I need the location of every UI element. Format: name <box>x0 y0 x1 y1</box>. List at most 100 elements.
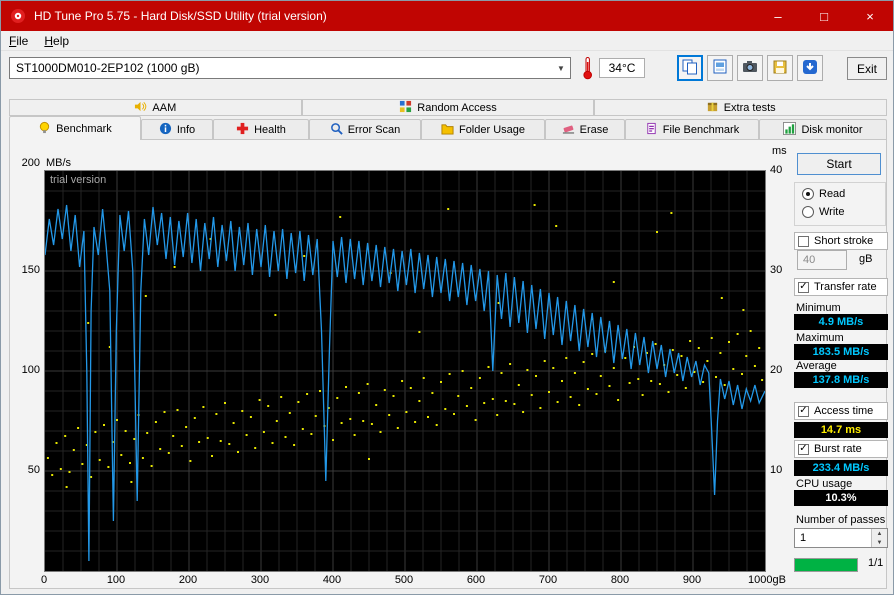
transfer-rate-row: ✓ Transfer rate <box>794 278 888 296</box>
minimize-button[interactable]: – <box>755 1 801 31</box>
menu-help[interactable]: Help <box>36 32 77 50</box>
transfer-rate-checkbox[interactable]: ✓ <box>798 281 809 293</box>
progress-bar <box>794 558 858 572</box>
tab-file-benchmark[interactable]: File Benchmark <box>625 119 759 139</box>
benchmark-chart: trial version <box>44 170 766 572</box>
passes-spinner[interactable]: 1 ▲ ▼ <box>794 528 888 548</box>
read-write-group: Read Write <box>794 182 886 226</box>
x-tick: 0 <box>40 574 48 586</box>
access-time-value: 14.7 ms <box>794 422 888 438</box>
tab-erase[interactable]: Erase <box>545 119 625 139</box>
magnifier-icon <box>330 122 343 138</box>
tab-label: Benchmark <box>56 122 112 135</box>
tab-disk-monitor[interactable]: Disk monitor <box>759 119 887 139</box>
minimum-label: Minimum <box>796 302 841 314</box>
chevron-down-icon: ▼ <box>557 63 565 73</box>
save-results-button[interactable] <box>767 55 793 81</box>
x-tick: 900 <box>682 574 702 586</box>
tab-health[interactable]: Health <box>213 119 309 139</box>
chart-canvas <box>44 171 766 571</box>
tab-label: Extra tests <box>723 101 776 114</box>
disk-monitor-icon <box>783 121 797 138</box>
tab-label: Erase <box>579 123 609 136</box>
window-title: HD Tune Pro 5.75 - Hard Disk/SSD Utility… <box>34 9 327 23</box>
y-left-unit: MB/s <box>46 157 72 169</box>
window-controls: – □ × <box>755 1 893 31</box>
hd-tune-window: HD Tune Pro 5.75 - Hard Disk/SSD Utility… <box>0 0 894 595</box>
y-left-tick: 150 <box>21 264 40 276</box>
passes-value: 1 <box>800 532 807 544</box>
spinner-buttons: ▲ ▼ <box>871 529 887 547</box>
burst-rate-label: Burst rate <box>814 443 862 455</box>
access-time-row: ✓ Access time <box>794 402 888 420</box>
tab-label: Health <box>254 123 286 136</box>
x-tick: 600 <box>466 574 486 586</box>
tab-label: Folder Usage <box>458 123 526 136</box>
access-time-label: Access time <box>814 405 874 417</box>
drive-select-value: ST1000DM010-2EP102 (1000 gB) <box>16 61 200 75</box>
titlebar: HD Tune Pro 5.75 - Hard Disk/SSD Utility… <box>1 1 893 31</box>
tab-label: Error Scan <box>347 123 401 136</box>
copy-screenshot-button[interactable] <box>707 55 733 81</box>
y-right-tick: 20 <box>770 364 783 376</box>
cpu-usage-value: 10.3% <box>794 490 888 506</box>
read-radio[interactable] <box>802 188 814 200</box>
x-tick: 400 <box>322 574 342 586</box>
x-tick: 200 <box>178 574 198 586</box>
tab-extra-tests[interactable]: Extra tests <box>594 99 888 116</box>
screenshot-button[interactable] <box>737 55 763 81</box>
progress-fill <box>795 559 857 571</box>
x-tick: 300 <box>250 574 270 586</box>
copy-info-button[interactable] <box>677 55 703 81</box>
copy-icon <box>681 58 699 79</box>
tab-label: Disk monitor <box>801 123 863 136</box>
add-results-button[interactable] <box>797 55 823 81</box>
exit-button[interactable]: Exit <box>847 57 887 80</box>
file-benchmark-icon <box>645 122 658 138</box>
write-radio[interactable] <box>802 206 814 218</box>
drive-select[interactable]: ST1000DM010-2EP102 (1000 gB) ▼ <box>9 57 571 79</box>
y-right-tick: 40 <box>770 164 783 176</box>
tab-random-access[interactable]: Random Access <box>301 99 595 116</box>
x-tick: 700 <box>538 574 558 586</box>
y-left-tick: 200 <box>21 157 40 169</box>
spinner-up-icon[interactable]: ▲ <box>872 529 887 538</box>
health-cross-icon <box>236 122 249 138</box>
toolbar: ST1000DM010-2EP102 (1000 gB) ▼ 34°C Exit <box>1 51 893 85</box>
temperature-value: 34°C <box>599 58 645 78</box>
menu-file[interactable]: File <box>1 32 36 50</box>
copy-image-icon <box>711 58 729 79</box>
short-stroke-checkbox[interactable] <box>798 235 809 247</box>
minimum-value: 4.9 MB/s <box>794 314 888 330</box>
random-access-icon <box>399 100 412 116</box>
x-tick: 1000gB <box>748 574 786 586</box>
short-stroke-field[interactable]: 40 <box>797 250 847 270</box>
burst-rate-row: ✓ Burst rate <box>794 440 888 458</box>
maximize-button[interactable]: □ <box>801 1 847 31</box>
y-right-tick: 10 <box>770 464 783 476</box>
average-value: 137.8 MB/s <box>794 372 888 388</box>
eraser-icon <box>562 122 575 138</box>
close-button[interactable]: × <box>847 1 893 31</box>
maximum-value: 183.5 MB/s <box>794 344 888 360</box>
y-right-unit: ms <box>772 145 787 157</box>
tab-benchmark[interactable]: Benchmark <box>9 116 141 140</box>
trial-watermark: trial version <box>50 174 107 186</box>
download-icon <box>801 58 819 79</box>
tab-folder-usage[interactable]: Folder Usage <box>421 119 545 139</box>
tab-error-scan[interactable]: Error Scan <box>309 119 421 139</box>
access-time-checkbox[interactable]: ✓ <box>798 405 809 417</box>
tab-aam[interactable]: AAM <box>9 99 302 116</box>
burst-rate-checkbox[interactable]: ✓ <box>798 443 809 455</box>
start-button[interactable]: Start <box>797 153 881 175</box>
menubar: File Help <box>1 31 893 51</box>
save-icon <box>771 58 789 79</box>
transfer-rate-label: Transfer rate <box>814 281 877 293</box>
info-icon <box>159 122 172 138</box>
tab-info[interactable]: Info <box>141 119 213 139</box>
tab-label: Random Access <box>417 101 497 114</box>
short-stroke-unit: gB <box>859 253 873 265</box>
main-tabs: Benchmark Info Health Error Scan Folder … <box>9 116 887 140</box>
spinner-down-icon[interactable]: ▼ <box>872 538 887 547</box>
tab-label: Info <box>176 123 196 136</box>
